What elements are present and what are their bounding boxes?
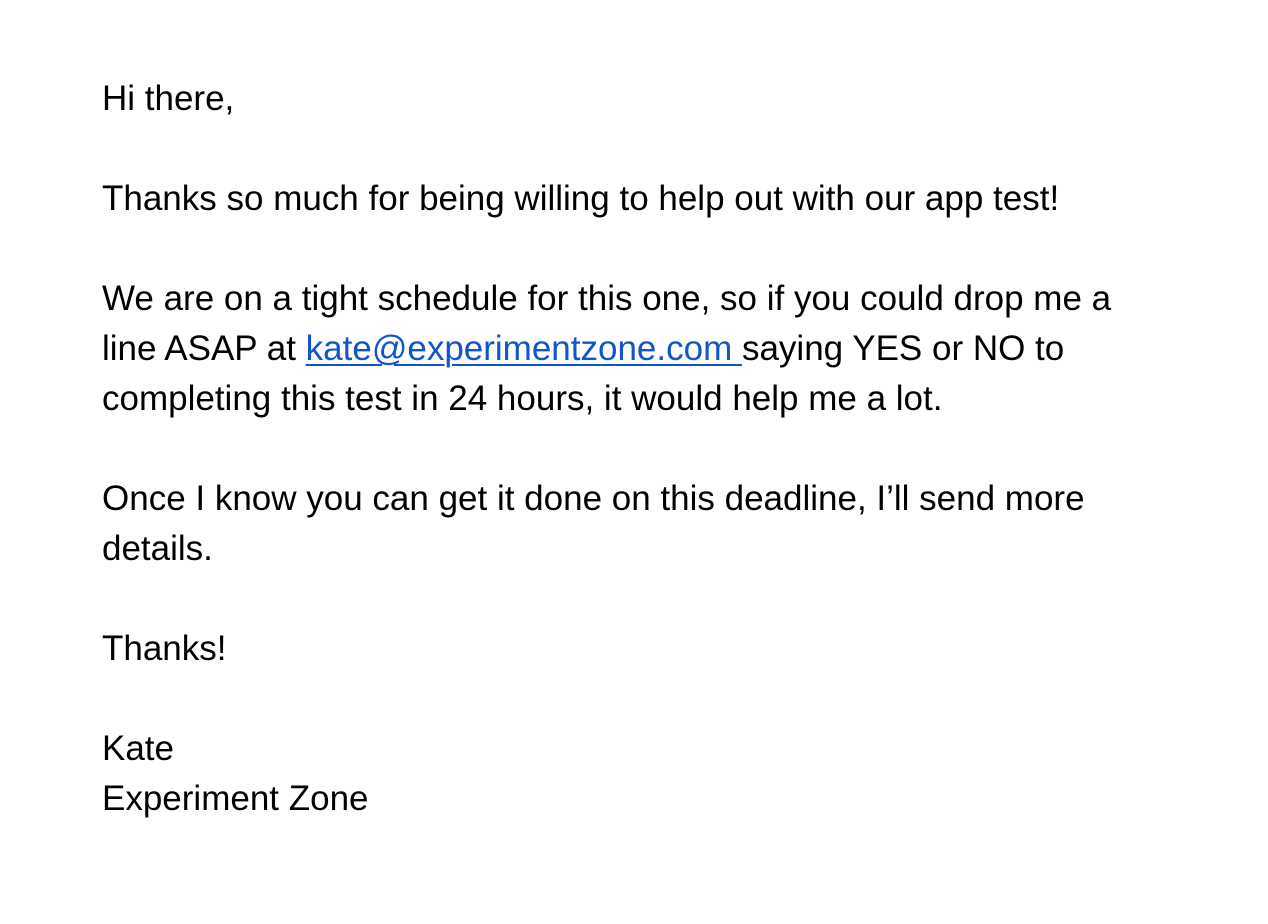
greeting: Hi there, xyxy=(102,79,235,118)
email-body: Hi there, Thanks so much for being willi… xyxy=(102,74,1122,824)
thanks-paragraph: Thanks so much for being willing to help… xyxy=(102,179,1060,218)
details-paragraph: Once I know you can get it done on this … xyxy=(102,479,1085,568)
signature-company: Experiment Zone xyxy=(102,779,369,818)
request-paragraph: We are on a tight schedule for this one,… xyxy=(102,274,1122,424)
closing: Thanks! xyxy=(102,629,227,668)
email-link[interactable]: kate@experimentzone.com xyxy=(306,329,742,368)
signature-name: Kate xyxy=(102,729,174,768)
